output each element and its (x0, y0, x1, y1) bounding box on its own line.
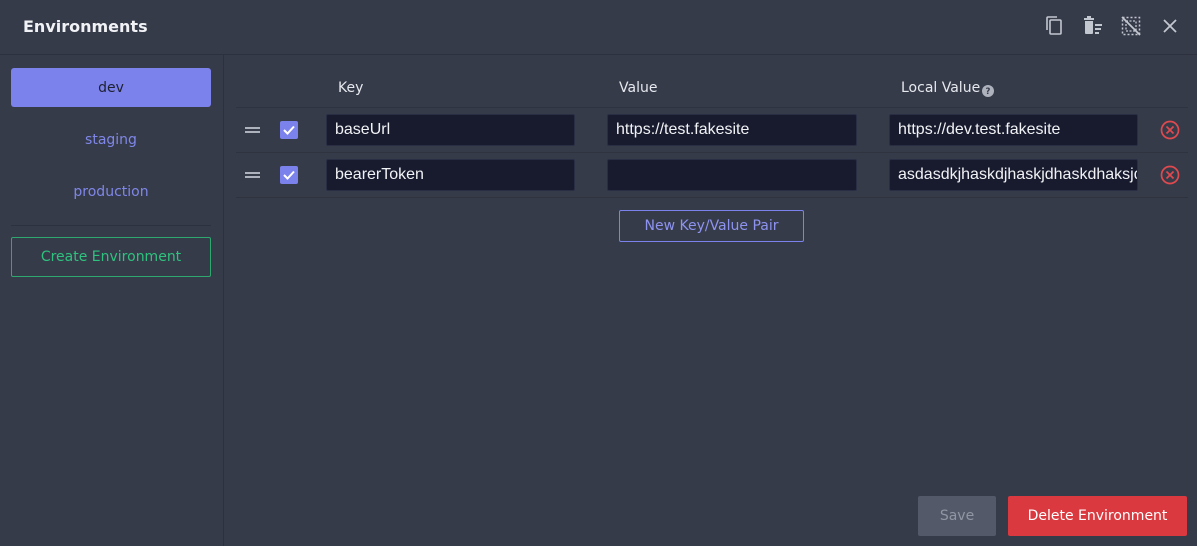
drag-handle-icon[interactable] (245, 126, 261, 134)
deselect-icon[interactable] (1119, 14, 1143, 38)
value-input[interactable] (607, 159, 857, 191)
remove-row-icon[interactable] (1160, 165, 1180, 185)
row-divider (236, 152, 1188, 153)
local-value-input[interactable]: asdasdkjhaskdjhaskjdhaskdhaksjdhkasjdh (889, 159, 1138, 191)
page-title: Environments (23, 17, 148, 36)
env-item-label: dev (98, 79, 124, 96)
column-header-key: Key (338, 80, 364, 96)
env-item-staging[interactable]: staging (11, 120, 211, 159)
drag-handle-icon[interactable] (245, 171, 261, 179)
row-enabled-checkbox[interactable] (280, 166, 298, 184)
save-button[interactable]: Save (918, 496, 996, 536)
help-icon[interactable]: ? (982, 82, 994, 101)
new-key-value-pair-button[interactable]: New Key/Value Pair (619, 210, 804, 242)
clear-icon[interactable] (1081, 14, 1105, 38)
svg-text:?: ? (986, 87, 991, 97)
local-value-input[interactable]: https://dev.test.fakesite (889, 114, 1138, 146)
sidebar-divider (11, 225, 211, 226)
env-item-dev[interactable]: dev (11, 68, 211, 107)
value-input[interactable]: https://test.fakesite (607, 114, 857, 146)
column-header-local-value: Local Value (901, 80, 981, 96)
copy-icon[interactable] (1042, 14, 1066, 38)
key-input[interactable]: bearerToken (326, 159, 575, 191)
row-divider (236, 107, 1188, 108)
row-divider (236, 197, 1188, 198)
key-input[interactable]: baseUrl (326, 114, 575, 146)
close-icon[interactable] (1158, 14, 1182, 38)
environment-sidebar: dev staging production Create Environmen… (0, 55, 224, 546)
env-item-label: staging (85, 131, 137, 148)
env-item-label: production (73, 183, 149, 200)
column-header-value: Value (619, 80, 658, 96)
create-environment-button[interactable]: Create Environment (11, 237, 211, 277)
delete-environment-button[interactable]: Delete Environment (1008, 496, 1187, 536)
modal-header: Environments (0, 0, 1197, 55)
remove-row-icon[interactable] (1160, 120, 1180, 140)
env-item-production[interactable]: production (11, 172, 211, 211)
row-enabled-checkbox[interactable] (280, 121, 298, 139)
